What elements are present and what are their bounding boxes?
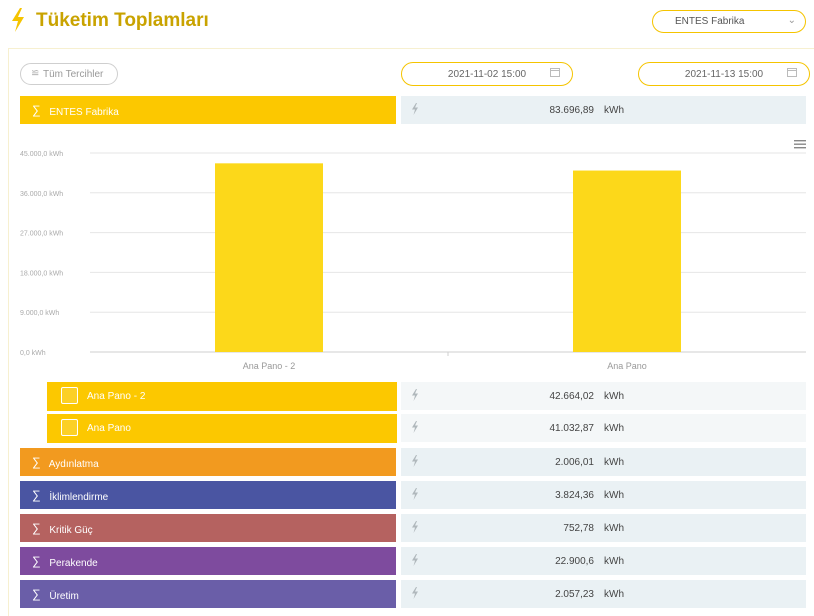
chevron-down-icon: ⌄: [787, 15, 796, 26]
chart-menu-icon[interactable]: [794, 139, 806, 149]
sub-item-value: 42.664,02: [549, 391, 595, 402]
sub-item-ana-pano[interactable]: Ana Pano: [47, 414, 397, 443]
group-label: Aydınlatma: [48, 459, 99, 470]
sub-item-unit: kWh: [604, 391, 624, 402]
summary-unit: kWh: [604, 105, 624, 116]
group-kritik-guc[interactable]: ∑ Kritik Güç: [20, 514, 396, 542]
sum-icon: ∑: [32, 455, 41, 469]
group-value: 22.900,6: [555, 556, 594, 567]
sum-icon: ∑: [32, 488, 41, 502]
y-tick-label: 0,0 kWh: [20, 350, 46, 357]
sum-icon: ∑: [32, 521, 41, 535]
lightning-icon: [412, 521, 418, 533]
bar: [573, 170, 681, 352]
header: Tüketim Toplamları ENTES Fabrika ⌄: [0, 0, 814, 44]
sub-item-label: Ana Pano: [87, 423, 131, 434]
group-unit: kWh: [604, 556, 624, 567]
sub-item-label: Ana Pano - 2: [87, 391, 146, 402]
bar: [215, 163, 323, 352]
y-tick-label: 36.000,0 kWh: [20, 191, 63, 198]
y-tick-label: 18.000,0 kWh: [20, 270, 63, 277]
group-label: Perakende: [49, 558, 98, 569]
page-title: Tüketim Toplamları: [36, 10, 209, 31]
calendar-icon: [787, 68, 797, 77]
lightning-icon: [412, 103, 418, 115]
group-uretim[interactable]: ∑ Üretim: [20, 580, 396, 608]
summary-label[interactable]: ∑ ENTES Fabrika: [20, 96, 396, 124]
lightning-icon: [12, 8, 24, 32]
group-value-row: 2.006,01 kWh: [401, 448, 806, 476]
calendar-icon: [550, 68, 560, 77]
lightning-icon: [412, 587, 418, 599]
preferences-button[interactable]: ≌ Tüm Tercihler: [20, 63, 118, 85]
group-label: Üretim: [49, 591, 79, 602]
group-value-row: 3.824,36 kWh: [401, 481, 806, 509]
group-label: Kritik Güç: [49, 525, 93, 536]
group-value-row: 22.900,6 kWh: [401, 547, 806, 575]
factory-select[interactable]: ENTES Fabrika ⌄: [652, 10, 806, 33]
end-date-field[interactable]: 2021-11-13 15:00: [638, 62, 810, 86]
lightning-icon: [412, 455, 418, 467]
summary-value-row: 83.696,89 kWh: [401, 96, 806, 124]
group-perakende[interactable]: ∑ Perakende: [20, 547, 396, 575]
group-value: 2.057,23: [555, 589, 594, 600]
start-date-value: 2021-11-02 15:00: [447, 69, 527, 80]
lightning-icon: [412, 488, 418, 500]
group-unit: kWh: [604, 523, 624, 534]
group-value: 3.824,36: [555, 490, 594, 501]
sum-icon: ∑: [32, 554, 41, 568]
group-label: İklimlendirme: [49, 492, 109, 503]
summary-value: 83.696,89: [549, 105, 595, 116]
factory-select-value: ENTES Fabrika: [675, 16, 745, 27]
group-aydinlatma[interactable]: ∑ Aydınlatma: [20, 448, 396, 476]
end-date-value: 2021-11-13 15:00: [684, 69, 764, 80]
y-tick-label: 9.000,0 kWh: [20, 310, 59, 317]
summary-label-text: ENTES Fabrika: [49, 107, 119, 118]
group-value: 2.006,01: [555, 457, 594, 468]
group-unit: kWh: [604, 457, 624, 468]
group-unit: kWh: [604, 490, 624, 501]
sub-item-value-row: 42.664,02 kWh: [401, 382, 806, 410]
panel-icon: [61, 387, 78, 404]
lightning-icon: [412, 389, 418, 401]
group-value-row: 2.057,23 kWh: [401, 580, 806, 608]
y-tick-label: 27.000,0 kWh: [20, 231, 63, 238]
y-tick-label: 45.000,0 kWh: [20, 151, 63, 158]
lightning-icon: [412, 421, 418, 433]
consumption-bar-chart: 0,0 kWh 9.000,0 kWh 18.000,0 kWh 27.000,0 k…: [20, 151, 806, 371]
start-date-field[interactable]: 2021-11-02 15:00: [401, 62, 573, 86]
group-unit: kWh: [604, 589, 624, 600]
sub-item-unit: kWh: [604, 423, 624, 434]
sum-icon: ∑: [32, 587, 41, 601]
panel-icon: [61, 419, 78, 436]
preferences-label: Tüm Tercihler: [43, 69, 104, 80]
lightning-icon: [412, 554, 418, 566]
x-tick-label: Ana Pano - 2: [243, 361, 296, 371]
sum-icon: ∑: [32, 103, 41, 117]
sub-item-ana-pano-2[interactable]: Ana Pano - 2: [47, 382, 397, 411]
sub-item-value: 41.032,87: [549, 423, 595, 434]
x-tick-label: Ana Pano: [607, 361, 647, 371]
sliders-icon: ≌: [31, 68, 40, 79]
group-value: 752,78: [563, 523, 594, 534]
group-iklimlendirme[interactable]: ∑ İklimlendirme: [20, 481, 396, 509]
sub-item-value-row: 41.032,87 kWh: [401, 414, 806, 442]
group-value-row: 752,78 kWh: [401, 514, 806, 542]
